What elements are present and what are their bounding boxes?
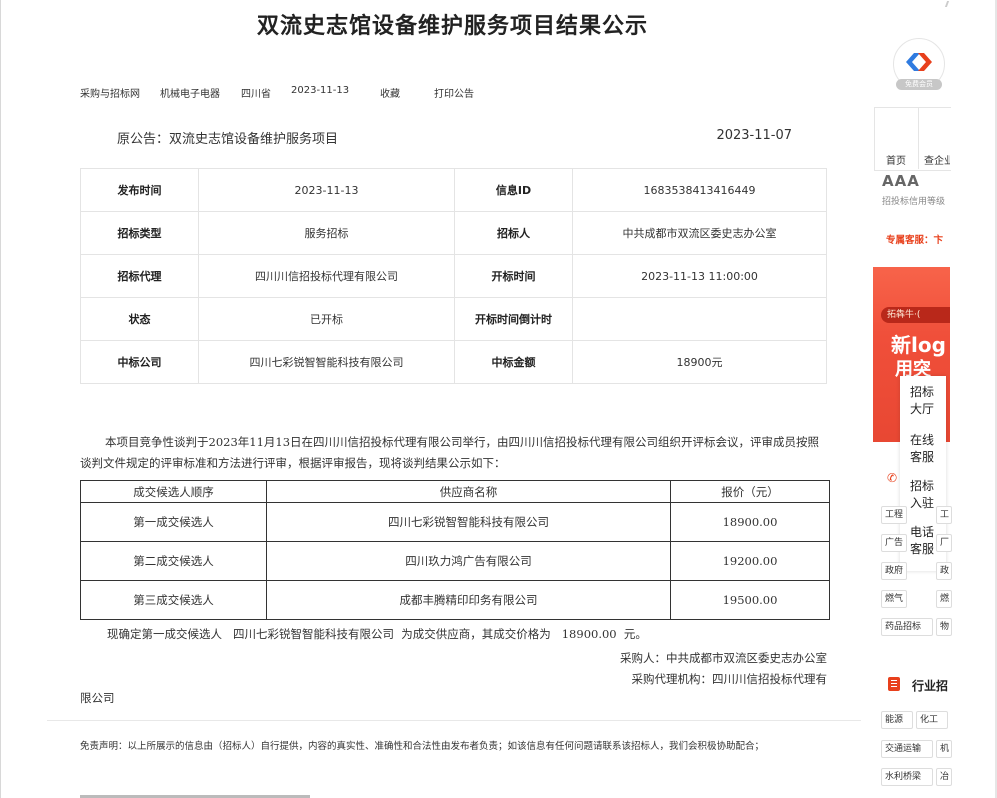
column-header: 成交候选人顺序 (80, 480, 267, 503)
candidates-table: 成交候选人顺序 供应商名称 报价（元） 第一成交候选人 四川七彩锐智智能科技有限… (80, 480, 830, 620)
site-logo-icon (906, 53, 932, 71)
vip-badge: 免费会员 (896, 79, 942, 90)
agency-statement: 采购代理机构：四川川信招投标代理有 (631, 672, 828, 686)
info-table: 发布时间 2023-11-13 信息ID 1683538413416449 招标… (80, 168, 827, 384)
credit-rating-label: 招投标信用等级 (882, 197, 946, 207)
source-link[interactable]: 采购与招标网 (80, 85, 140, 100)
result-statement: 现确定第一成交候选人 四川七彩锐智智能科技有限公司 为成交供应商，其成交价格为 … (107, 627, 647, 641)
page-title: 双流史志馆设备维护服务项目结果公示 (256, 14, 648, 39)
info-key: 状态 (80, 297, 199, 341)
buyer-statement: 采购人：中共成都市双流区委史志办公室 (620, 651, 827, 665)
category-link[interactable]: 机械电子电器 (160, 85, 220, 100)
info-key: 招标代理 (80, 254, 199, 298)
float-online-service[interactable]: 在线客服 (910, 432, 944, 466)
industry-section-title: 行业招 (912, 679, 949, 693)
info-value: 四川七彩锐智智能科技有限公司 (198, 340, 455, 384)
table-row: 招标代理 四川川信招投标代理有限公司 开标时间 2023-11-13 11:00… (80, 254, 827, 298)
table-row: 状态 已开标 开标时间倒计时 (80, 297, 827, 341)
industry-tag[interactable]: 机 (936, 740, 952, 758)
nav-home-link[interactable]: 首页 (886, 152, 906, 167)
tag-chip[interactable]: 燃气 (881, 590, 907, 608)
tag-chip[interactable]: 工 (936, 506, 952, 524)
original-notice-link[interactable]: 原公告：双流史志馆设备维护服务项目 (117, 132, 338, 147)
favorite-button[interactable]: 收藏 (380, 85, 400, 100)
candidate-supplier: 四川七彩锐智智能科技有限公司 (266, 502, 671, 542)
table-row: 第二成交候选人 四川玖力鸿广告有限公司 19200.00 (80, 541, 830, 581)
divider (47, 720, 861, 721)
info-value: 中共成都市双流区委史志办公室 (572, 211, 827, 255)
info-value: 2023-11-13 11:00:00 (572, 254, 827, 298)
print-button[interactable]: 打印公告 (434, 85, 474, 100)
disclaimer-text: 免责声明：以上所展示的信息由（招标人）自行提供，内容的真实性、准确性和合法性由发… (80, 741, 765, 752)
table-row: 发布时间 2023-11-13 信息ID 1683538413416449 (80, 168, 827, 212)
info-value: 18900元 (572, 340, 827, 384)
tag-chip[interactable]: 政府 (881, 562, 907, 580)
dedicated-service[interactable]: 专属客服：卞 (886, 232, 950, 246)
publish-date: 2023-11-13 (291, 85, 350, 96)
info-key: 招标类型 (80, 211, 199, 255)
tag-section-icon: ✆ (887, 471, 898, 485)
info-key: 开标时间 (454, 254, 573, 298)
info-value: 四川川信招投标代理有限公司 (198, 254, 455, 298)
ad-tag: 拓犇牛·( (881, 307, 950, 323)
column-header: 报价（元） (670, 480, 830, 503)
candidate-supplier: 成都丰腾精印印务有限公司 (266, 580, 671, 620)
candidate-price: 18900.00 (670, 502, 830, 542)
industry-tag[interactable]: 能源 (881, 711, 913, 729)
tag-chip[interactable]: 厂 (936, 534, 952, 552)
industry-tag[interactable]: 水利桥梁 (881, 768, 933, 786)
candidate-price: 19200.00 (670, 541, 830, 581)
tag-chip[interactable]: 政 (936, 562, 952, 580)
info-value: 已开标 (198, 297, 455, 341)
table-row: 第三成交候选人 成都丰腾精印印务有限公司 19500.00 (80, 580, 830, 620)
original-notice-date: 2023-11-07 (716, 128, 792, 143)
sidebar-nav-divider (918, 107, 919, 169)
tag-chip[interactable]: 广告 (881, 534, 907, 552)
info-key: 招标人 (454, 211, 573, 255)
info-key: 信息ID (454, 168, 573, 212)
info-value (572, 297, 827, 341)
industry-tag[interactable]: 冶 (936, 768, 952, 786)
ad-headline: 新log (891, 333, 946, 357)
candidate-rank: 第三成交候选人 (80, 580, 267, 620)
float-bidding-hall[interactable]: 招标大厅 (910, 384, 944, 418)
table-header-row: 成交候选人顺序 供应商名称 报价（元） (80, 480, 830, 503)
nav-company-link[interactable]: 查企业 (924, 152, 950, 167)
page-left-border (0, 0, 1, 798)
candidate-rank: 第二成交候选人 (80, 541, 267, 581)
info-value: 服务招标 (198, 211, 455, 255)
info-value: 2023-11-13 (198, 168, 455, 212)
user-avatar[interactable]: 免费会员 (893, 38, 945, 90)
table-row: 第一成交候选人 四川七彩锐智智能科技有限公司 18900.00 (80, 502, 830, 542)
tag-chip[interactable]: 燃 (936, 590, 952, 608)
info-key: 开标时间倒计时 (454, 297, 573, 341)
info-key: 中标金额 (454, 340, 573, 384)
edge-mark (944, 1, 950, 7)
original-notice-row: 原公告：双流史志馆设备维护服务项目 2023-11-07 (117, 128, 792, 147)
candidate-price: 19500.00 (670, 580, 830, 620)
next-section-cutoff (80, 791, 310, 798)
industry-list-icon (888, 677, 900, 691)
info-key: 发布时间 (80, 168, 199, 212)
tag-chip[interactable]: 工程 (881, 506, 907, 524)
table-row: 招标类型 服务招标 招标人 中共成都市双流区委史志办公室 (80, 211, 827, 255)
candidate-rank: 第一成交候选人 (80, 502, 267, 542)
tag-chip[interactable]: 药品招标 (881, 618, 933, 636)
announcement-paragraph: 本项目竞争性谈判于2023年11月13日在四川川信招投标代理有限公司举行，由四川… (80, 435, 820, 470)
agency-statement-cont: 限公司 (80, 691, 115, 705)
industry-tag[interactable]: 交通运输 (881, 740, 933, 758)
credit-rating: AAA (882, 172, 920, 190)
industry-tag[interactable]: 化工 (916, 711, 948, 729)
tag-chip[interactable]: 物 (936, 618, 952, 636)
column-header: 供应商名称 (266, 480, 671, 503)
region-label: 四川省 (241, 89, 271, 100)
info-key: 中标公司 (80, 340, 199, 384)
info-value: 1683538413416449 (572, 168, 827, 212)
table-row: 中标公司 四川七彩锐智智能科技有限公司 中标金额 18900元 (80, 340, 827, 384)
candidate-supplier: 四川玖力鸿广告有限公司 (266, 541, 671, 581)
